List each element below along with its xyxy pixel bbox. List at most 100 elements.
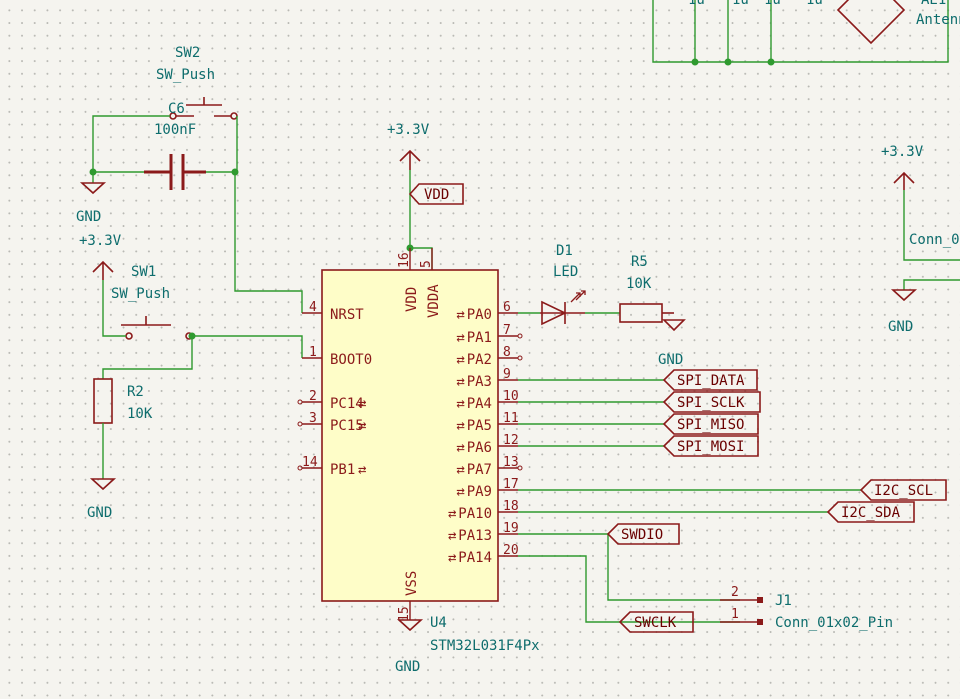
gnd-label-r5: GND: [658, 352, 683, 368]
antenna-symbol: [836, 0, 906, 45]
svg-text:14: 14: [302, 455, 318, 470]
swdio-label: SWDIO: [606, 523, 680, 545]
vdd-label-text: VDD: [424, 187, 449, 203]
ae1-ref: AE1: [921, 0, 946, 8]
svg-text:1: 1: [309, 345, 317, 360]
c6-value: 100nF: [154, 122, 196, 138]
vdd-wire: [409, 170, 433, 270]
pin-vdd: VDD: [404, 287, 420, 312]
gnd-label-right: GND: [888, 319, 913, 335]
pin-pa14: PA14: [458, 550, 492, 566]
svg-text:I2C_SCL: I2C_SCL: [874, 483, 933, 499]
pin-pa10: PA10: [458, 506, 492, 522]
gnd-symbol-r5: GND: [658, 319, 686, 368]
pin-direction-icon: ⇄: [456, 418, 464, 434]
spi-mosi-label: SPI_MOSI: [662, 435, 759, 457]
r5-resistor[interactable]: R5 10K: [619, 254, 674, 323]
r2-resistor[interactable]: R2 10K: [93, 378, 153, 424]
pin-pa5: PA5: [467, 418, 492, 434]
d1-ref: D1: [556, 243, 573, 259]
pin-pa3: PA3: [467, 374, 492, 390]
spi-miso-label: SPI_MISO: [662, 413, 759, 435]
gnd-label-r2: GND: [87, 505, 112, 521]
spi-data-label: SPI_DATA: [662, 369, 758, 391]
vdd-net-label: VDD: [408, 183, 464, 205]
power-33v-u4: +3.3V: [387, 122, 430, 170]
svg-text:2: 2: [309, 389, 317, 404]
pin-direction-icon: ⇄: [456, 352, 464, 368]
gnd-label-u4: GND: [395, 659, 420, 675]
svg-text:SPI_MOSI: SPI_MOSI: [677, 439, 744, 455]
pin-direction-icon: ⇄: [456, 330, 464, 346]
pin-number: 13: [503, 455, 519, 470]
c6-capacitor[interactable]: C6 100nF: [144, 101, 206, 190]
sw1-switch[interactable]: SW1 SW_Push: [111, 264, 193, 340]
svg-text:SPI_MISO: SPI_MISO: [677, 417, 744, 433]
pin-vdda: VDDA: [426, 284, 442, 318]
sw1-value: SW_Push: [111, 286, 170, 302]
pin-number: 8: [503, 345, 511, 360]
pin-direction-icon: ⇄: [456, 440, 464, 456]
r2-value: 10K: [127, 406, 153, 422]
pin-number: 19: [503, 521, 519, 536]
svg-text:SPI_SCLK: SPI_SCLK: [677, 395, 745, 411]
pin-direction-icon: ⇄: [448, 528, 456, 544]
nrst-wire: [234, 172, 303, 313]
pin-direction-icon: ⇄: [456, 462, 464, 478]
pin-number: 9: [503, 367, 511, 382]
j1-ref: J1: [775, 593, 792, 609]
pin-pa6: PA6: [467, 440, 492, 456]
pin-number: 7: [503, 323, 511, 338]
pin-direction-icon: ⇄: [456, 374, 464, 390]
svg-text:⇄: ⇄: [358, 462, 366, 478]
v33-label-sw1: +3.3V: [79, 233, 122, 249]
pin-pa13: PA13: [458, 528, 492, 544]
pin-number: 17: [503, 477, 519, 492]
svg-text:4: 4: [309, 300, 317, 315]
pin-direction-icon: ⇄: [456, 396, 464, 412]
svg-text:⇄: ⇄: [358, 418, 366, 434]
svg-text:3: 3: [309, 411, 317, 426]
pin-number: 10: [503, 389, 519, 404]
pin-direction-icon: ⇄: [456, 307, 464, 323]
d1-led[interactable]: D1 LED: [540, 243, 586, 326]
pin-number: 11: [503, 411, 519, 426]
svg-text:1: 1: [731, 607, 739, 622]
gnd-symbol-r2: GND: [87, 478, 117, 521]
gnd-symbol-u4: GND: [395, 619, 424, 675]
pin-pa7: PA7: [467, 462, 492, 478]
pin-pa4: PA4: [467, 396, 492, 412]
j1-connector[interactable]: 2 1 J1 Conn_01x02_Pin: [720, 585, 893, 631]
sw2-ref: SW2: [175, 45, 200, 61]
pin-number: 6: [503, 300, 511, 315]
pin-direction-icon: ⇄: [448, 550, 456, 566]
svg-text:SWDIO: SWDIO: [621, 527, 663, 543]
pin-vss: VSS: [404, 571, 420, 596]
i2c-scl-label: I2C_SCL: [859, 479, 947, 501]
spi-sclk-label: SPI_SCLK: [662, 391, 761, 413]
svg-text:2: 2: [731, 585, 739, 600]
svg-text:SWCLK: SWCLK: [634, 615, 677, 631]
boot0-wire: [192, 335, 303, 358]
schematic-canvas: 1u 1u 1u 1u AE1 Antenna SW2 SW_Push C6 1…: [76, 0, 960, 675]
partial-cap-value-1: 1u: [688, 0, 705, 8]
svg-text:5: 5: [419, 260, 434, 268]
sw2-value: SW_Push: [156, 67, 215, 83]
u4-ref: U4: [430, 615, 447, 631]
c6-ref: C6: [168, 101, 185, 117]
r5-ref: R5: [631, 254, 648, 270]
sw2-right-wire: [206, 116, 238, 173]
pin-number: 18: [503, 499, 519, 514]
gnd-symbol-c6: GND: [76, 182, 107, 225]
pin-pa2: PA2: [467, 352, 492, 368]
partial-cap-value-2: 1u: [732, 0, 749, 8]
pin-number: 12: [503, 433, 519, 448]
pin-direction-icon: ⇄: [448, 506, 456, 522]
v33-label-u4: +3.3V: [387, 122, 430, 138]
top-partial-section: 1u 1u 1u 1u AE1 Antenna: [652, 0, 960, 66]
pin-pa1: PA1: [467, 330, 492, 346]
ae1-value: Antenna: [916, 12, 960, 28]
pin-pb1: PB1: [330, 462, 355, 478]
power-33v-sw1: +3.3V: [79, 233, 122, 280]
partial-cap-value-3: 1u: [764, 0, 781, 8]
